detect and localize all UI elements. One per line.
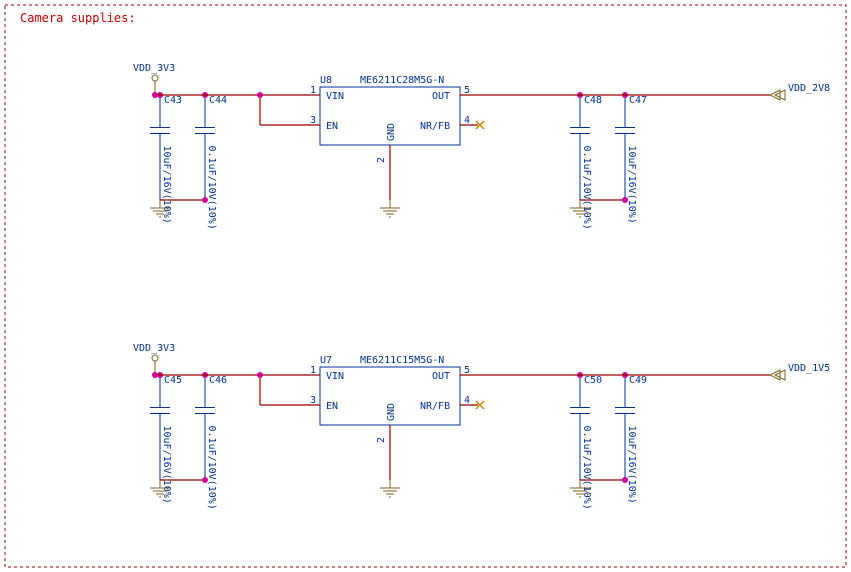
svg-text:OUT: OUT	[432, 371, 450, 382]
svg-text:5: 5	[464, 85, 470, 96]
section-title: Camera supplies:	[20, 11, 136, 25]
cap-ref: C50	[584, 375, 602, 386]
svg-text:VDD_2V8: VDD_2V8	[788, 83, 830, 94]
vdd-out-net: VDD_1V5	[770, 363, 830, 380]
junction	[622, 477, 628, 483]
cap-ref: C47	[629, 95, 647, 106]
regulator-block-1: VDD_3V3 C45 10uF/16V(10%) C46 0.1uF/10V(10%)…	[133, 343, 830, 510]
ic-ref: U8	[320, 75, 332, 86]
ic-part: ME6211C15M5G-N	[360, 355, 444, 366]
cap-value: 10uF/16V(10%)	[161, 426, 172, 504]
svg-text:4: 4	[464, 395, 470, 406]
capacitor-C47: C47 10uF/16V(10%)	[615, 95, 647, 224]
schematic-border	[5, 5, 846, 567]
cap-ref: C45	[164, 375, 182, 386]
svg-text:1: 1	[310, 85, 316, 96]
svg-text:VIN: VIN	[326, 91, 344, 102]
junction	[202, 197, 208, 203]
svg-text:5: 5	[464, 365, 470, 376]
cap-ref: C43	[164, 95, 182, 106]
svg-text:EN: EN	[326, 121, 338, 132]
ground-symbol	[380, 480, 400, 497]
cap-value: 0.1uF/10V(10%)	[206, 146, 217, 230]
capacitor-C44: C44 0.1uF/10V(10%)	[195, 95, 227, 230]
svg-text:GND: GND	[386, 403, 397, 421]
svg-text:NR/FB: NR/FB	[420, 121, 450, 132]
cap-ref: C44	[209, 95, 227, 106]
svg-text:1: 1	[310, 365, 316, 376]
junction	[622, 197, 628, 203]
junction	[152, 92, 158, 98]
svg-text:3: 3	[310, 395, 316, 406]
cap-value: 10uF/16V(10%)	[626, 426, 637, 504]
ground-symbol	[380, 200, 400, 217]
capacitor-C50: C50 0.1uF/10V(10%)	[570, 375, 602, 510]
junction	[257, 92, 263, 98]
vdd-in-flag: VDD_3V3	[133, 343, 175, 375]
svg-text:GND: GND	[386, 123, 397, 141]
vdd-out-net: VDD_2V8	[770, 83, 830, 100]
cap-ref: C46	[209, 375, 227, 386]
svg-text:VDD_3V3: VDD_3V3	[133, 343, 175, 354]
svg-text:3: 3	[310, 115, 316, 126]
svg-text:2: 2	[376, 437, 387, 443]
svg-text:4: 4	[464, 115, 470, 126]
svg-text:VDD_1V5: VDD_1V5	[788, 363, 830, 374]
capacitor-C48: C48 0.1uF/10V(10%)	[570, 95, 602, 230]
svg-text:VIN: VIN	[326, 371, 344, 382]
svg-text:EN: EN	[326, 401, 338, 412]
svg-text:VDD_3V3: VDD_3V3	[133, 63, 175, 74]
cap-value: 10uF/16V(10%)	[626, 146, 637, 224]
capacitor-C46: C46 0.1uF/10V(10%)	[195, 375, 227, 510]
capacitor-C49: C49 10uF/16V(10%)	[615, 375, 647, 504]
cap-value: 10uF/16V(10%)	[161, 146, 172, 224]
cap-ref: C49	[629, 375, 647, 386]
junction	[202, 477, 208, 483]
svg-text:2: 2	[376, 157, 387, 163]
junction	[257, 372, 263, 378]
svg-text:OUT: OUT	[432, 91, 450, 102]
ic-ref: U7	[320, 355, 332, 366]
capacitor-C43: C43 10uF/16V(10%)	[150, 95, 182, 224]
regulator-block-0: VDD_3V3 C43 10uF/16V(10%) C44 0.1uF/10V(10%)…	[133, 63, 830, 230]
cap-ref: C48	[584, 95, 602, 106]
cap-value: 0.1uF/10V(10%)	[206, 426, 217, 510]
vdd-in-flag: VDD_3V3	[133, 63, 175, 95]
cap-value: 0.1uF/10V(10%)	[581, 426, 592, 510]
capacitor-C45: C45 10uF/16V(10%)	[150, 375, 182, 504]
junction	[152, 372, 158, 378]
cap-value: 0.1uF/10V(10%)	[581, 146, 592, 230]
ic-part: ME6211C28M5G-N	[360, 75, 444, 86]
svg-text:NR/FB: NR/FB	[420, 401, 450, 412]
